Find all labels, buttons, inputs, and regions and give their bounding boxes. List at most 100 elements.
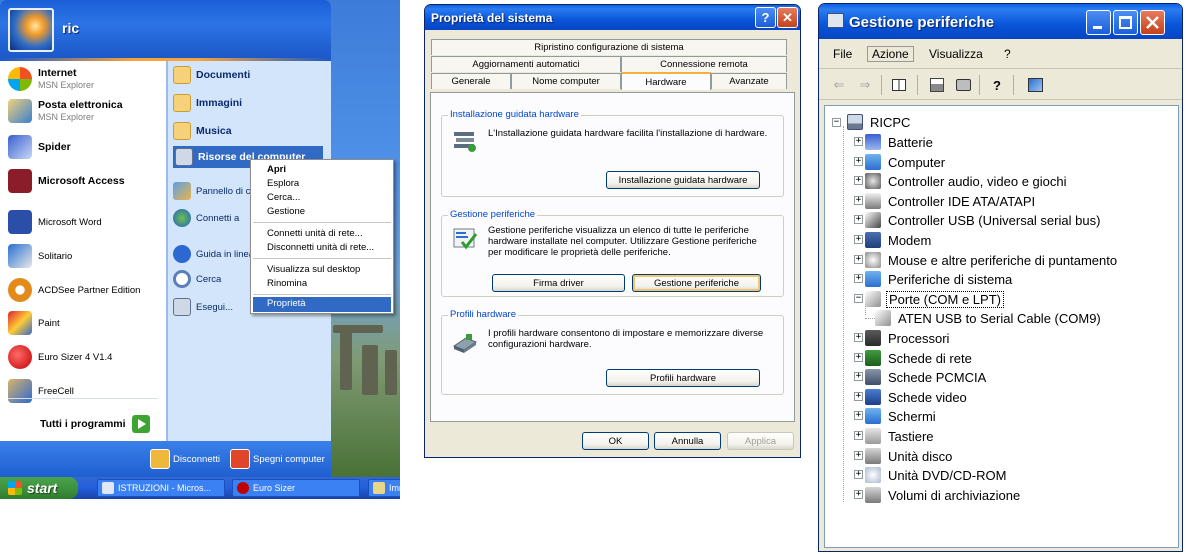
- ctx-explore[interactable]: Esplora: [267, 178, 299, 189]
- pinned-item-internet[interactable]: Internet MSN Explorer: [8, 64, 94, 94]
- tree-root[interactable]: RICPC: [847, 113, 912, 131]
- minimize-button[interactable]: [1086, 10, 1111, 35]
- ctx-map-drive[interactable]: Connetti unità di rete...: [267, 228, 363, 239]
- tree-node-9[interactable]: ATEN USB to Serial Cable (COM9): [875, 309, 1103, 327]
- ctx-rename[interactable]: Rinomina: [267, 278, 307, 289]
- tree-node-13[interactable]: Schede video: [865, 388, 969, 406]
- expand-toggle[interactable]: +: [854, 372, 863, 381]
- ctx-properties[interactable]: Proprietà: [253, 297, 391, 312]
- shutdown-button[interactable]: Spegni computer: [230, 448, 325, 470]
- expand-toggle[interactable]: +: [854, 176, 863, 185]
- place-documents[interactable]: Documenti: [173, 64, 250, 86]
- recent-item-solitaire[interactable]: Solitario: [8, 241, 72, 271]
- expand-toggle[interactable]: +: [854, 353, 863, 362]
- tree-node-6[interactable]: Mouse e altre periferiche di puntamento: [865, 251, 1119, 269]
- scan-hardware-icon[interactable]: [1025, 75, 1045, 95]
- place-music[interactable]: Musica: [173, 120, 232, 142]
- tab-general[interactable]: Generale: [431, 73, 511, 89]
- tree-node-17[interactable]: Unità DVD/CD-ROM: [865, 466, 1008, 484]
- tree-node-12[interactable]: Schede PCMCIA: [865, 368, 988, 386]
- menu-action[interactable]: Azione: [867, 46, 914, 62]
- pinned-item-access[interactable]: Microsoft Access: [8, 166, 125, 196]
- tree-node-1[interactable]: Computer: [865, 153, 947, 171]
- tree-node-14[interactable]: Schermi: [865, 407, 938, 425]
- logoff-button[interactable]: Disconnetti: [150, 448, 220, 470]
- hardware-wizard-button[interactable]: Installazione guidata hardware: [606, 171, 760, 189]
- taskbar-button-imm[interactable]: Imm: [368, 479, 400, 497]
- recent-item-paint[interactable]: Paint: [8, 308, 60, 338]
- tree-node-18[interactable]: Volumi di archiviazione: [865, 486, 1022, 504]
- expand-toggle[interactable]: +: [854, 235, 863, 244]
- show-hide-tree-icon[interactable]: [889, 75, 909, 95]
- cancel-button[interactable]: Annulla: [654, 432, 721, 450]
- collapse-toggle[interactable]: −: [854, 294, 863, 303]
- properties-icon[interactable]: [927, 75, 947, 95]
- ctx-disconnect-drive[interactable]: Disconnetti unità di rete...: [267, 242, 374, 253]
- tab-remote-connection[interactable]: Connessione remota: [621, 56, 787, 72]
- help-icon[interactable]: ?: [987, 75, 1007, 95]
- expand-toggle[interactable]: +: [854, 490, 863, 499]
- expand-toggle[interactable]: +: [854, 196, 863, 205]
- tab-system-restore[interactable]: Ripristino configurazione di sistema: [431, 39, 787, 55]
- ctx-manage[interactable]: Gestione: [267, 206, 305, 217]
- tab-automatic-updates[interactable]: Aggiornamenti automatici: [431, 56, 621, 72]
- expand-toggle[interactable]: +: [854, 431, 863, 440]
- tab-computer-name[interactable]: Nome computer: [511, 73, 621, 89]
- ctx-search[interactable]: Cerca...: [267, 192, 300, 203]
- device-manager-button[interactable]: Gestione periferiche: [632, 274, 761, 292]
- ctx-open[interactable]: Apri: [267, 164, 286, 175]
- place-search[interactable]: Cerca: [173, 268, 221, 290]
- help-button[interactable]: ?: [755, 7, 776, 28]
- place-run[interactable]: Esegui...: [173, 296, 233, 318]
- tree-node-3[interactable]: Controller IDE ATA/ATAPI: [865, 192, 1037, 210]
- place-control-panel[interactable]: Pannello di co: [173, 180, 256, 202]
- recent-item-acdsee[interactable]: ACDSee Partner Edition: [8, 275, 140, 305]
- pinned-item-spider[interactable]: Spider: [8, 132, 71, 162]
- tree-node-5[interactable]: Modem: [865, 231, 933, 249]
- tree-node-4[interactable]: Controller USB (Universal serial bus): [865, 211, 1102, 229]
- recent-item-freecell[interactable]: FreeCell: [8, 376, 74, 406]
- place-connect-to[interactable]: Connetti a: [173, 207, 239, 229]
- recent-item-word[interactable]: Microsoft Word: [8, 207, 102, 237]
- start-button[interactable]: start: [0, 477, 78, 499]
- ctx-show-on-desktop[interactable]: Visualizza sul desktop: [267, 264, 360, 275]
- driver-signing-button[interactable]: Firma driver: [492, 274, 625, 292]
- tree-node-15[interactable]: Tastiere: [865, 427, 936, 445]
- expand-toggle[interactable]: +: [854, 411, 863, 420]
- tab-hardware[interactable]: Hardware: [621, 72, 711, 90]
- expand-toggle[interactable]: +: [854, 137, 863, 146]
- tree-node-2[interactable]: Controller audio, video e giochi: [865, 172, 1069, 190]
- all-programs-button[interactable]: Tutti i programmi: [40, 415, 150, 433]
- expand-toggle[interactable]: +: [854, 157, 863, 166]
- tab-advanced[interactable]: Avanzate: [711, 73, 787, 89]
- tree-node-8[interactable]: Porte (COM e LPT): [865, 290, 1004, 308]
- menu-file[interactable]: File: [833, 47, 852, 61]
- collapse-toggle[interactable]: −: [832, 118, 841, 127]
- recent-item-euro-sizer[interactable]: Euro Sizer 4 V1.4: [8, 342, 112, 372]
- tree-node-7[interactable]: Periferiche di sistema: [865, 270, 1014, 288]
- expand-toggle[interactable]: +: [854, 215, 863, 224]
- ok-button[interactable]: OK: [582, 432, 649, 450]
- tree-node-0[interactable]: Batterie: [865, 133, 935, 151]
- close-button[interactable]: ✕: [777, 7, 798, 28]
- menu-help[interactable]: ?: [1004, 47, 1011, 61]
- forward-icon[interactable]: ⇒: [855, 75, 875, 95]
- taskbar-button-euro-sizer[interactable]: Euro Sizer: [232, 479, 360, 497]
- expand-toggle[interactable]: +: [854, 274, 863, 283]
- place-pictures[interactable]: Immagini: [173, 92, 242, 114]
- close-button[interactable]: [1140, 10, 1165, 35]
- tree-node-10[interactable]: Processori: [865, 329, 951, 347]
- hardware-profiles-button[interactable]: Profili hardware: [606, 369, 760, 387]
- expand-toggle[interactable]: +: [854, 255, 863, 264]
- expand-toggle[interactable]: +: [854, 333, 863, 342]
- expand-toggle[interactable]: +: [854, 392, 863, 401]
- menu-view[interactable]: Visualizza: [929, 47, 983, 61]
- pinned-item-mail[interactable]: Posta elettronica MSN Explorer: [8, 96, 123, 126]
- apply-button[interactable]: Applica: [727, 432, 794, 450]
- place-help[interactable]: Guida in linea: [173, 243, 254, 265]
- tree-node-16[interactable]: Unità disco: [865, 447, 954, 465]
- maximize-button[interactable]: [1113, 10, 1138, 35]
- tree-node-11[interactable]: Schede di rete: [865, 349, 974, 367]
- back-icon[interactable]: ⇐: [829, 75, 849, 95]
- expand-toggle[interactable]: +: [854, 470, 863, 479]
